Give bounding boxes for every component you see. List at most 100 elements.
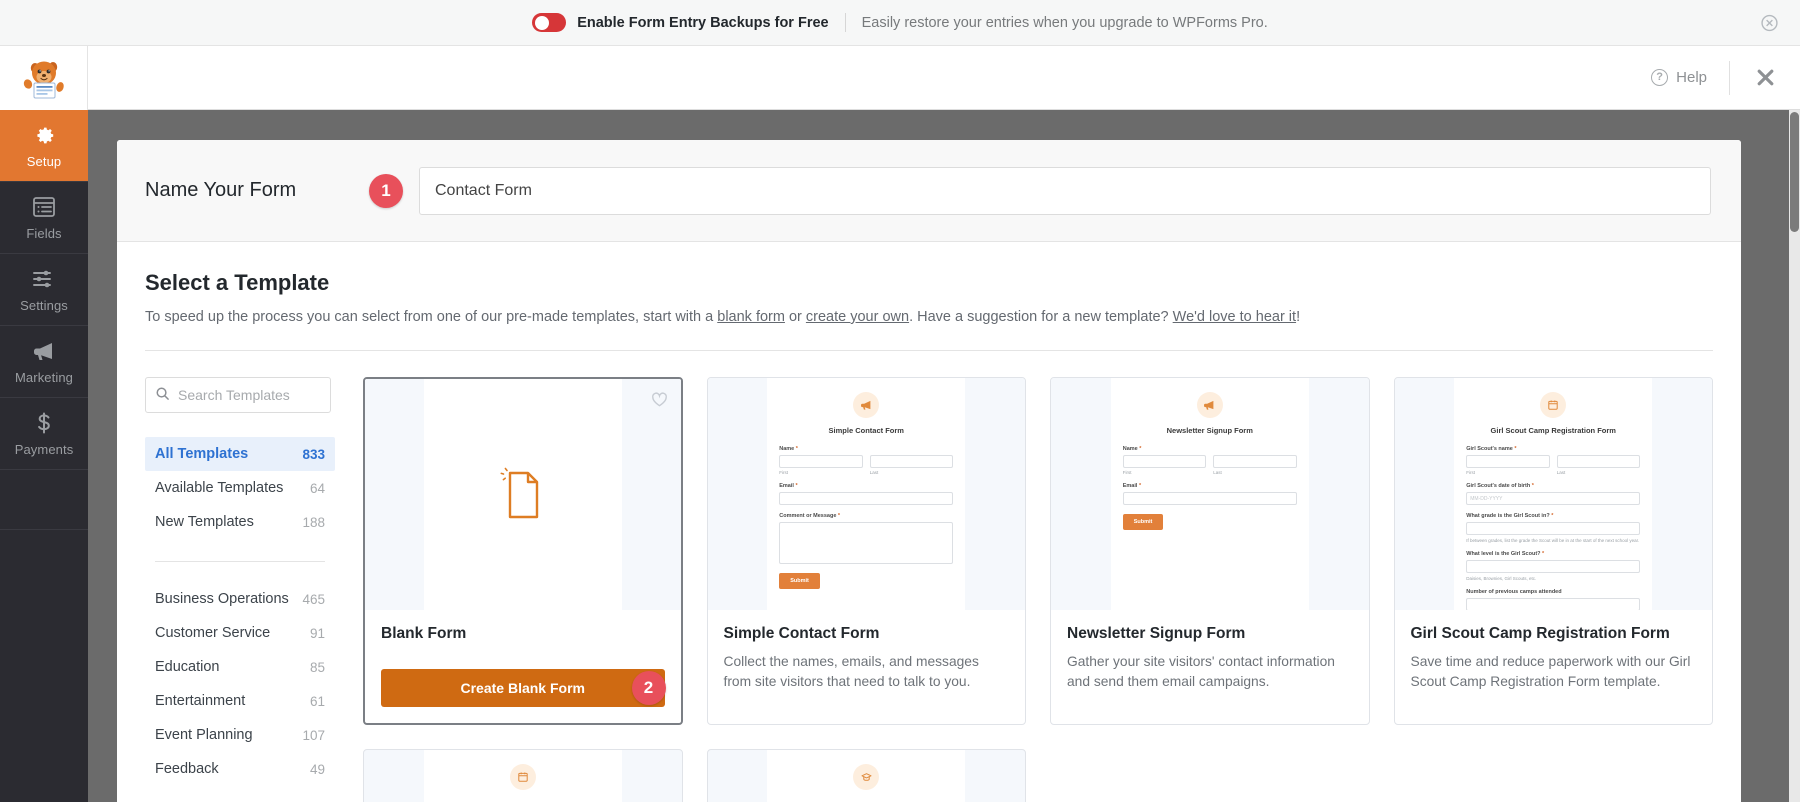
card-description: Save time and reduce paperwork with our … xyxy=(1411,652,1697,691)
builder-header: ? Help xyxy=(88,46,1800,110)
subtitle-text-4: ! xyxy=(1296,309,1300,325)
field-label-text: Name xyxy=(1123,446,1138,452)
sidebar-item-settings[interactable]: Settings xyxy=(0,254,88,326)
scrollbar-thumb[interactable] xyxy=(1790,112,1799,232)
template-card-girl-scout-camp-registration-form[interactable]: Girl Scout Camp Registration Form Girl S… xyxy=(1394,377,1714,725)
templates-grid: Blank Form Create Blank Form 2 xyxy=(363,377,1713,725)
template-filters: All Templates 833 Available Templates 64… xyxy=(145,351,335,802)
subtitle-text-2: or xyxy=(785,309,806,325)
vertical-scrollbar[interactable] xyxy=(1789,110,1800,802)
filter-business-operations[interactable]: Business Operations 465 xyxy=(145,582,335,616)
required-mark: * xyxy=(1513,446,1517,452)
first-name-sublabel: First xyxy=(1123,470,1207,475)
notice-close-icon[interactable] xyxy=(1761,14,1778,31)
sidebar-item-payments[interactable]: Payments xyxy=(0,398,88,470)
entry-backups-toggle[interactable] xyxy=(532,13,566,32)
card-thumbnail xyxy=(365,379,681,610)
filter-education[interactable]: Education 85 xyxy=(145,650,335,684)
template-card-newsletter-signup-form[interactable]: Newsletter Signup Form Name * First Last… xyxy=(1050,377,1370,725)
search-templates-input[interactable] xyxy=(145,377,331,413)
filter-divider xyxy=(155,561,325,562)
thumbnail-name-row: First Last xyxy=(1123,455,1297,483)
required-mark: * xyxy=(1550,513,1554,519)
required-mark: * xyxy=(1137,483,1141,489)
filter-entertainment[interactable]: Entertainment 61 xyxy=(145,684,335,718)
builder-stage: Name Your Form 1 Select a Template To sp… xyxy=(88,110,1800,802)
templates-grid-row-2 xyxy=(363,749,1713,802)
close-icon xyxy=(1755,67,1776,88)
template-card-blank-form[interactable]: Blank Form Create Blank Form 2 xyxy=(363,377,683,725)
filter-label: Available Templates xyxy=(155,480,283,496)
close-builder-button[interactable] xyxy=(1730,67,1800,88)
filter-event-planning[interactable]: Event Planning 107 xyxy=(145,718,335,752)
filter-all-templates[interactable]: All Templates 833 xyxy=(145,437,335,471)
template-card-simple-contact-form[interactable]: Simple Contact Form Name * First Last Em… xyxy=(707,377,1027,725)
megaphone-icon xyxy=(1197,392,1223,418)
thumbnail-submit-button: Submit xyxy=(1123,514,1164,530)
blank-form-link[interactable]: blank form xyxy=(717,309,785,325)
required-mark: * xyxy=(1530,483,1534,489)
filter-customer-service[interactable]: Customer Service 91 xyxy=(145,616,335,650)
card-meta: Blank Form xyxy=(365,610,681,643)
thumbnail-field-label: What level is the Girl Scout? * xyxy=(1466,551,1640,557)
dollar-icon xyxy=(32,410,57,435)
filter-label: All Templates xyxy=(155,446,248,462)
card-meta: Girl Scout Camp Registration Form Save t… xyxy=(1395,610,1713,691)
first-name-box xyxy=(779,455,863,468)
template-card-partial-1[interactable] xyxy=(363,749,683,802)
filter-available-templates[interactable]: Available Templates 64 xyxy=(145,471,335,505)
sidebar-item-marketing[interactable]: Marketing xyxy=(0,326,88,398)
search-templates-wrapper xyxy=(145,377,335,413)
sidebar-item-setup[interactable]: Setup xyxy=(0,110,88,182)
blank-page-icon xyxy=(424,379,622,610)
filter-label: New Templates xyxy=(155,514,254,530)
field-label-text: Girl Scout's date of birth xyxy=(1466,483,1530,489)
card-description: Collect the names, emails, and messages … xyxy=(724,652,1010,691)
template-card-partial-2[interactable] xyxy=(707,749,1027,802)
filter-feedback[interactable]: Feedback 49 xyxy=(145,752,335,786)
filter-count: 91 xyxy=(310,626,325,641)
filter-new-templates[interactable]: New Templates 188 xyxy=(145,505,335,539)
hat-icon xyxy=(853,764,879,790)
sidebar-item-fields[interactable]: Fields xyxy=(0,182,88,254)
first-name-box xyxy=(1466,455,1550,468)
last-name-sublabel: Last xyxy=(1213,470,1297,475)
level-hint: Daisies, Brownies, Girl Scouts, etc. xyxy=(1466,576,1640,581)
name-your-form-label: Name Your Form xyxy=(145,179,369,202)
dob-box: MM-DD-YYYY xyxy=(1466,492,1640,505)
filter-count: 107 xyxy=(302,728,325,743)
form-name-input[interactable] xyxy=(419,167,1711,215)
filter-count: 64 xyxy=(310,481,325,496)
create-your-own-link[interactable]: create your own xyxy=(806,309,909,325)
wpforms-logo[interactable] xyxy=(0,46,88,110)
card-meta: Simple Contact Form Collect the names, e… xyxy=(708,610,1026,691)
suggestion-link[interactable]: We'd love to hear it xyxy=(1173,309,1296,325)
page-title: Select a Template xyxy=(145,270,1713,296)
filter-label: Business Operations xyxy=(155,591,289,607)
last-name-sublabel: Last xyxy=(870,470,954,475)
card-title: Girl Scout Camp Registration Form xyxy=(1411,625,1697,643)
required-mark: * xyxy=(794,446,798,452)
sidebar-item-label: Settings xyxy=(20,298,68,313)
heart-icon[interactable] xyxy=(650,390,669,409)
help-button[interactable]: ? Help xyxy=(1651,69,1729,86)
filter-count: 188 xyxy=(302,515,325,530)
gear-icon xyxy=(32,122,57,147)
thumbnail-form-preview: Newsletter Signup Form Name * First Last… xyxy=(1111,378,1309,610)
create-blank-form-button[interactable]: Create Blank Form 2 xyxy=(381,669,665,707)
calendar-icon xyxy=(1540,392,1566,418)
level-box xyxy=(1466,560,1640,573)
spacer xyxy=(779,505,953,513)
list-icon xyxy=(32,194,57,219)
first-name-box xyxy=(1123,455,1207,468)
field-label-text: Name xyxy=(779,446,794,452)
sidebar-item-label: Setup xyxy=(27,154,61,169)
filter-count: 49 xyxy=(310,762,325,777)
filter-label: Education xyxy=(155,659,220,675)
filter-count: 61 xyxy=(310,694,325,709)
grade-hint: If between grades, list the grade the Sc… xyxy=(1466,538,1640,543)
create-blank-form-label: Create Blank Form xyxy=(461,680,585,696)
grade-box xyxy=(1466,522,1640,535)
help-label: Help xyxy=(1676,69,1707,86)
first-name-sublabel: First xyxy=(1466,470,1550,475)
